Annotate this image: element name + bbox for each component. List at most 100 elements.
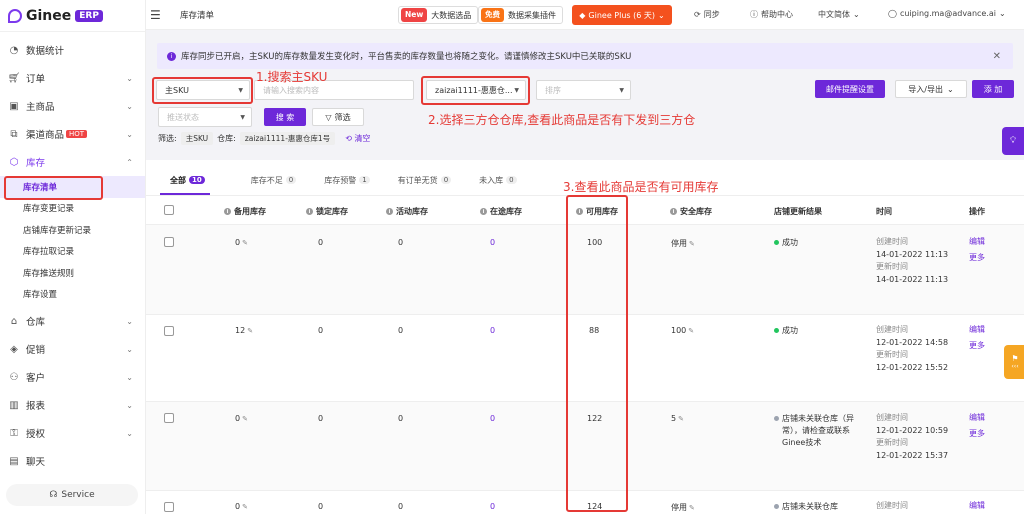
sidebar-item-orders[interactable]: 🛒︎ 订单 ⌄ xyxy=(0,64,145,92)
sidebar-item-promotion[interactable]: ◈ 促销 ⌄ xyxy=(0,335,145,363)
filter-chip-sku[interactable]: 主SKU xyxy=(180,132,214,145)
activity-stock-value: 0 xyxy=(398,326,404,335)
product-icon: ▣ xyxy=(9,100,19,112)
edit-link[interactable]: 编辑 xyxy=(969,322,985,338)
column-in-transit-stock: i 在途库存 xyxy=(480,206,522,217)
tag-icon: ◈ xyxy=(10,343,18,355)
tab-low-stock[interactable]: 库存不足 0 xyxy=(237,172,310,188)
lightbulb-icon[interactable]: 💡︎ xyxy=(1002,127,1024,155)
chevron-down-icon: ⌄ xyxy=(999,9,1006,18)
ginee-plus-button[interactable]: ◆ Ginee Plus (6 天) ⌄ xyxy=(572,5,672,25)
more-link[interactable]: 更多 xyxy=(969,426,985,442)
sidebar-item-customers[interactable]: ⚇ 客户 ⌄ xyxy=(0,363,145,391)
search-button[interactable]: 搜 索 xyxy=(264,108,306,126)
service-button[interactable]: ☊ Service xyxy=(6,484,138,506)
big-data-selection-link[interactable]: New 大数据选品 xyxy=(398,6,479,24)
menu-toggle-icon[interactable]: ☰ xyxy=(150,8,166,22)
tab-stock-warning[interactable]: 库存预警 1 xyxy=(310,172,383,188)
edit-link[interactable]: 编辑 xyxy=(969,234,985,250)
sidebar-sub-shop-inventory-updates[interactable]: 店铺库存更新记录 xyxy=(0,219,145,241)
row-checkbox[interactable] xyxy=(164,502,174,512)
diamond-icon: ◆ xyxy=(579,10,586,20)
annotation-box-inventory-list xyxy=(4,176,103,200)
spare-stock-value[interactable]: 0 ✎ xyxy=(235,238,248,247)
tab-orders-no-stock[interactable]: 有订单无货 0 xyxy=(384,172,465,188)
chevron-down-icon: ⌄ xyxy=(126,400,133,410)
email-alert-settings-button[interactable]: 邮件提醒设置 xyxy=(815,80,885,98)
helper-float-icon[interactable]: ⚑ ‹‹‹ xyxy=(1004,345,1024,379)
chevron-down-icon: ⌄ xyxy=(126,316,133,326)
sync-icon: ⟳ xyxy=(694,10,701,19)
warehouse-icon: ⌂ xyxy=(10,315,18,327)
add-button[interactable]: 添 加 xyxy=(972,80,1014,98)
spare-stock-value[interactable]: 0 ✎ xyxy=(235,414,248,423)
edit-link[interactable]: 编辑 xyxy=(969,498,985,514)
push-status-select[interactable]: 推送状态 ▼ xyxy=(158,107,252,127)
clear-filters-link[interactable]: ⟲ 清空 xyxy=(345,133,370,144)
in-transit-stock-link[interactable]: 0 xyxy=(490,502,495,511)
sidebar-item-inventory[interactable]: ⬡ 库存 ⌃ xyxy=(0,148,145,176)
column-actions: 操作 xyxy=(969,207,985,216)
chevron-up-icon: ⌃ xyxy=(126,157,133,167)
sidebar-item-channel-products[interactable]: ⧉ 渠道商品 HOT ⌄ xyxy=(0,120,145,148)
user-menu[interactable]: ◯ cuiping.ma@advance.ai ⌄ xyxy=(888,9,1006,18)
spare-stock-value[interactable]: 0 ✎ xyxy=(235,502,248,511)
dashboard-icon: ◔ xyxy=(9,44,19,56)
sidebar-item-warehouse[interactable]: ⌂ 仓库 ⌄ xyxy=(0,307,145,335)
data-collection-plugin-link[interactable]: 免费 数据采集插件 xyxy=(478,6,563,24)
ginee-logo-icon xyxy=(8,8,22,23)
language-select[interactable]: 中文简体 ⌄ xyxy=(818,9,860,20)
row-checkbox[interactable] xyxy=(164,326,174,336)
sidebar-item-dashboard[interactable]: ◔ 数据统计 xyxy=(0,36,145,64)
brand-logo[interactable]: Ginee ERP xyxy=(0,0,145,32)
time-block: 创建时间 12-01-2022 14:58 更新时间 12-01-2022 15:5… xyxy=(876,325,949,372)
spare-stock-value[interactable]: 12 ✎ xyxy=(235,326,253,335)
import-export-button[interactable]: 导入/导出 ⌄ xyxy=(895,80,967,98)
caret-down-icon: ▼ xyxy=(619,86,624,94)
pencil-icon: ✎ xyxy=(689,504,695,512)
row-actions: 编辑 xyxy=(969,498,985,514)
filter-chip-warehouse[interactable]: zaizai1111-惠惠仓库1号 xyxy=(239,132,336,145)
sidebar-item-products[interactable]: ▣ 主商品 ⌄ xyxy=(0,92,145,120)
in-transit-stock-link[interactable]: 0 xyxy=(490,238,495,247)
success-dot-icon xyxy=(774,328,779,333)
row-checkbox[interactable] xyxy=(164,413,174,423)
in-transit-stock-link[interactable]: 0 xyxy=(490,414,495,423)
info-icon: i xyxy=(386,208,393,215)
info-icon: i xyxy=(306,208,313,215)
tab-all[interactable]: 全部 10 xyxy=(156,172,219,188)
select-all-checkbox[interactable] xyxy=(164,205,174,215)
locked-stock-value: 0 xyxy=(318,326,324,335)
edit-link[interactable]: 编辑 xyxy=(969,410,985,426)
in-transit-stock-link[interactable]: 0 xyxy=(490,326,495,335)
sidebar-sub-inventory-changes[interactable]: 库存变更记录 xyxy=(0,198,145,220)
more-link[interactable]: 更多 xyxy=(969,250,985,266)
sort-select[interactable]: 排序 ▼ xyxy=(536,80,631,100)
sidebar-sub-inventory-settings[interactable]: 库存设置 xyxy=(0,284,145,306)
chat-icon: ▤ xyxy=(9,455,19,467)
top-bar: ☰ 库存清单 New 大数据选品 免费 数据采集插件 ◆ Ginee Plus … xyxy=(146,0,1024,30)
pencil-icon: ✎ xyxy=(689,240,695,248)
sidebar-sub-push-rules[interactable]: 库存推送规则 xyxy=(0,262,145,284)
sidebar-item-chat[interactable]: ▤ 聊天 xyxy=(0,447,145,475)
time-block: 创建时间 xyxy=(876,501,908,510)
hot-badge: HOT xyxy=(66,130,88,138)
close-icon[interactable]: ✕ xyxy=(993,51,1001,62)
warning-dot-icon xyxy=(774,416,779,421)
safety-stock-value[interactable]: 停用 ✎ xyxy=(671,502,695,513)
safety-stock-value[interactable]: 5 ✎ xyxy=(671,414,684,423)
warning-dot-icon xyxy=(774,504,779,509)
safety-stock-value[interactable]: 100 ✎ xyxy=(671,326,694,335)
safety-stock-value[interactable]: 停用 ✎ xyxy=(671,238,695,249)
sidebar-sub-inventory-pull[interactable]: 库存拉取记录 xyxy=(0,241,145,263)
more-link[interactable]: 更多 xyxy=(969,338,985,354)
user-icon: ◯ xyxy=(888,9,897,18)
help-center-link[interactable]: ⓘ 帮助中心 xyxy=(750,9,793,20)
sidebar-item-authorization[interactable]: ⚿ 授权 ⌄ xyxy=(0,419,145,447)
row-checkbox[interactable] xyxy=(164,237,174,247)
update-status: 成功 xyxy=(774,325,864,337)
filter-button[interactable]: ▽ 筛选 xyxy=(312,108,364,126)
sidebar-item-reports[interactable]: ▥ 报表 ⌄ xyxy=(0,391,145,419)
sync-link[interactable]: ⟳ 同步 xyxy=(694,9,720,20)
tab-not-stocked[interactable]: 未入库 0 xyxy=(465,172,530,188)
